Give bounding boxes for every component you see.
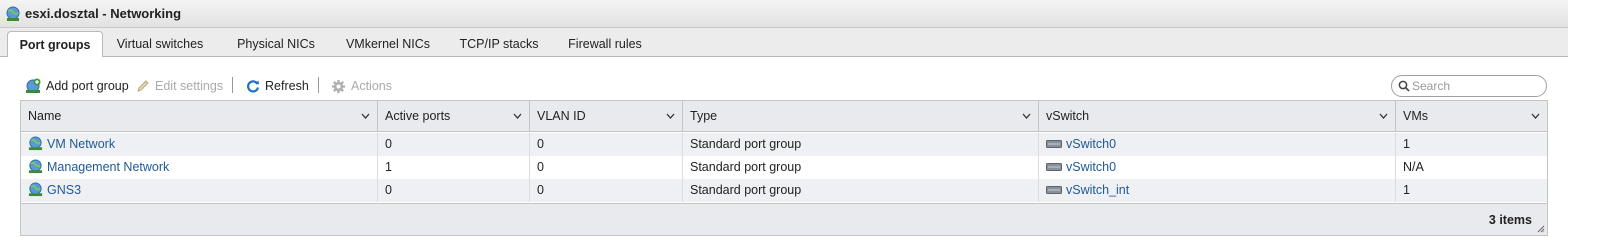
type-cell: Standard port group xyxy=(683,133,1039,156)
vms-cell: N/A xyxy=(1403,160,1424,174)
tab-physical-nics[interactable]: Physical NICs xyxy=(226,31,326,57)
vms-cell: 1 xyxy=(1403,183,1410,197)
chevron-down-icon[interactable] xyxy=(1022,113,1031,119)
type-cell: Standard port group xyxy=(683,179,1039,202)
table-footer: 3 items xyxy=(21,203,1547,235)
column-header-active-ports[interactable]: Active ports xyxy=(378,101,530,132)
tab-bar: Port groups Virtual switches Physical NI… xyxy=(0,28,1568,58)
port-group-link[interactable]: GNS3 xyxy=(47,183,81,197)
window-title: esxi.dosztal - Networking xyxy=(25,6,182,21)
column-header-type[interactable]: Type xyxy=(683,101,1039,132)
port-group-icon xyxy=(28,159,43,174)
column-label: Type xyxy=(690,109,718,123)
name-cell[interactable]: Management Network xyxy=(21,156,378,179)
column-label: vSwitch xyxy=(1046,109,1090,123)
vswitch-cell[interactable]: vSwitch0 xyxy=(1039,156,1396,179)
column-label: VMs xyxy=(1403,109,1428,123)
chevron-down-icon[interactable] xyxy=(513,113,522,119)
chevron-down-icon[interactable] xyxy=(1531,113,1540,119)
gear-icon xyxy=(331,79,346,93)
tab-vmkernel-nics[interactable]: VMkernel NICs xyxy=(338,31,438,57)
port-group-icon xyxy=(28,182,43,197)
column-label: VLAN ID xyxy=(537,109,586,123)
add-port-group-label: Add port group xyxy=(46,79,129,93)
toolbar-separator xyxy=(232,77,233,93)
port-group-link[interactable]: Management Network xyxy=(47,160,169,174)
vswitch-icon xyxy=(1046,185,1062,194)
vlan-id-cell: 0 xyxy=(530,133,683,156)
vswitch-cell[interactable]: vSwitch0 xyxy=(1039,133,1396,156)
network-globe-icon xyxy=(6,6,20,21)
vswitch-cell[interactable]: vSwitch_int xyxy=(1039,179,1396,202)
port-groups-panel: Add port group Edit settings Refresh Act… xyxy=(0,57,1568,244)
table-row[interactable]: GNS3 0 0 Standard port group vSwitch_int… xyxy=(21,179,1547,202)
networking-window: esxi.dosztal - Networking Port groups Vi… xyxy=(0,0,1568,244)
vswitch-link[interactable]: vSwitch0 xyxy=(1066,137,1116,151)
chevron-down-icon[interactable] xyxy=(1379,113,1388,119)
edit-settings-button[interactable]: Edit settings xyxy=(136,77,223,95)
name-cell[interactable]: VM Network xyxy=(21,133,378,156)
table-header: Name Active ports VLAN ID Type vSwitch V… xyxy=(21,101,1547,132)
actions-label: Actions xyxy=(351,79,392,93)
vswitch-link[interactable]: vSwitch0 xyxy=(1066,160,1116,174)
tab-port-groups[interactable]: Port groups xyxy=(7,31,103,58)
refresh-icon xyxy=(247,80,260,93)
search-icon xyxy=(1398,80,1410,92)
vswitch-icon xyxy=(1046,139,1062,148)
add-network-icon xyxy=(26,78,41,93)
tab-tcpip-stacks[interactable]: TCP/IP stacks xyxy=(452,31,546,57)
port-group-icon xyxy=(28,136,43,151)
vlan-id-cell: 0 xyxy=(530,156,683,179)
search-input[interactable] xyxy=(1412,78,1540,94)
column-header-vlan-id[interactable]: VLAN ID xyxy=(530,101,683,132)
toolbar-separator xyxy=(318,77,319,93)
column-header-name[interactable]: Name xyxy=(21,101,378,132)
title-bar: esxi.dosztal - Networking xyxy=(0,0,1568,28)
chevron-down-icon[interactable] xyxy=(666,113,675,119)
name-cell[interactable]: GNS3 xyxy=(21,179,378,202)
vlan-id-cell: 0 xyxy=(530,179,683,202)
port-groups-table: Name Active ports VLAN ID Type vSwitch V… xyxy=(20,100,1548,236)
column-header-vms[interactable]: VMs xyxy=(1396,101,1547,132)
table-row[interactable]: VM Network 0 0 Standard port group vSwit… xyxy=(21,133,1547,156)
column-label: Name xyxy=(28,109,62,123)
refresh-button[interactable]: Refresh xyxy=(246,77,309,95)
port-group-link[interactable]: VM Network xyxy=(47,137,115,151)
vswitch-icon xyxy=(1046,162,1062,171)
tab-firewall-rules[interactable]: Firewall rules xyxy=(560,31,650,57)
search-box[interactable] xyxy=(1391,75,1547,97)
actions-button[interactable]: Actions xyxy=(331,77,392,95)
active-ports-cell: 0 xyxy=(378,179,530,202)
column-header-vswitch[interactable]: vSwitch xyxy=(1039,101,1396,132)
edit-settings-label: Edit settings xyxy=(155,79,224,93)
table-row[interactable]: Management Network 1 0 Standard port gro… xyxy=(21,156,1547,179)
active-ports-cell: 0 xyxy=(378,133,530,156)
active-ports-cell: 1 xyxy=(378,156,530,179)
column-label: Active ports xyxy=(385,109,451,123)
vswitch-link[interactable]: vSwitch_int xyxy=(1066,183,1129,197)
chevron-down-icon[interactable] xyxy=(361,113,370,119)
type-cell: Standard port group xyxy=(683,156,1039,179)
pencil-icon xyxy=(137,80,149,92)
refresh-label: Refresh xyxy=(265,79,309,93)
add-port-group-button[interactable]: Add port group xyxy=(25,77,129,95)
resize-grip-icon[interactable] xyxy=(1537,225,1545,233)
tab-virtual-switches[interactable]: Virtual switches xyxy=(108,31,212,57)
vms-cell: 1 xyxy=(1403,137,1410,151)
item-count: 3 items xyxy=(1488,213,1532,227)
